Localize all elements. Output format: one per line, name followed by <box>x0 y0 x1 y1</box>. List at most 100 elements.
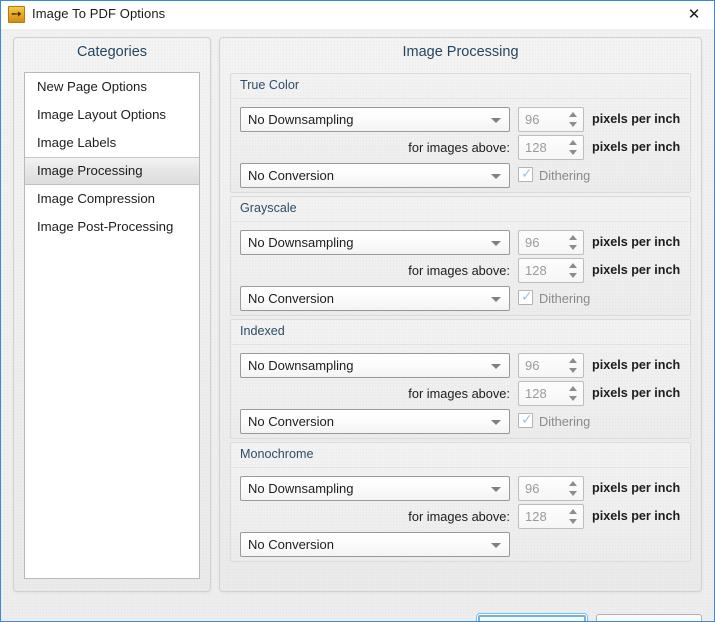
group-separator <box>232 221 689 222</box>
dpi-value: 96 <box>525 231 539 254</box>
group-true-color: True Color No Downsampling 96 pixels per… <box>230 73 691 193</box>
dpi-unit-label: pixels per inch <box>592 107 680 132</box>
stepper-arrows-icon[interactable] <box>569 509 578 525</box>
group-title-indexed: Indexed <box>240 324 285 338</box>
dialog-body: Categories New Page Options Image Layout… <box>1 29 714 622</box>
for-images-above-label: for images above: <box>351 135 510 160</box>
dpi-unit-label: pixels per inch <box>592 230 680 255</box>
group-title-grayscale: Grayscale <box>240 201 297 215</box>
dpi-stepper-monochrome[interactable]: 96 <box>518 476 584 501</box>
group-indexed: Indexed No Downsampling 96 pixels per in… <box>230 319 691 439</box>
cancel-button[interactable]: Cancel <box>596 614 702 622</box>
checkbox-box: ✓ <box>518 413 533 428</box>
downsampling-value: No Downsampling <box>248 354 354 377</box>
image-to-pdf-options-dialog: ➙ Image To PDF Options ✕ Categories New … <box>0 0 715 622</box>
above-dpi-unit-label: pixels per inch <box>592 504 680 529</box>
dpi-value: 96 <box>525 354 539 377</box>
group-grayscale: Grayscale No Downsampling 96 pixels per … <box>230 196 691 316</box>
group-separator <box>232 98 689 99</box>
chevron-down-icon <box>491 241 501 246</box>
dpi-stepper-indexed[interactable]: 96 <box>518 353 584 378</box>
group-title-true-color: True Color <box>240 78 299 92</box>
page-title: Image Processing <box>220 44 701 60</box>
sidebar-item-new-page-options[interactable]: New Page Options <box>25 73 199 101</box>
above-dpi-stepper-true-color[interactable]: 128 <box>518 135 584 160</box>
above-dpi-value: 128 <box>525 505 547 528</box>
for-images-above-label: for images above: <box>351 381 510 406</box>
conversion-select-true-color[interactable]: No Conversion <box>240 163 510 188</box>
stepper-arrows-icon[interactable] <box>569 263 578 279</box>
app-icon: ➙ <box>8 6 25 23</box>
downsampling-value: No Downsampling <box>248 108 354 131</box>
categories-header: Categories <box>14 44 210 60</box>
above-dpi-value: 128 <box>525 382 547 405</box>
stepper-arrows-icon[interactable] <box>569 481 578 497</box>
check-icon: ✓ <box>521 166 533 182</box>
for-images-above-label: for images above: <box>351 504 510 529</box>
window-title: Image To PDF Options <box>32 6 165 21</box>
stepper-arrows-icon[interactable] <box>569 358 578 374</box>
downsampling-select-monochrome[interactable]: No Downsampling <box>240 476 510 501</box>
sidebar-item-image-layout-options[interactable]: Image Layout Options <box>25 101 199 129</box>
dithering-label: Dithering <box>539 409 590 434</box>
stepper-arrows-icon[interactable] <box>569 112 578 128</box>
above-dpi-unit-label: pixels per inch <box>592 381 680 406</box>
stepper-arrows-icon[interactable] <box>569 140 578 156</box>
downsampling-select-indexed[interactable]: No Downsampling <box>240 353 510 378</box>
dpi-unit-label: pixels per inch <box>592 476 680 501</box>
stepper-arrows-icon[interactable] <box>569 386 578 402</box>
downsampling-select-grayscale[interactable]: No Downsampling <box>240 230 510 255</box>
conversion-select-indexed[interactable]: No Conversion <box>240 409 510 434</box>
group-monochrome: Monochrome No Downsampling 96 pixels per… <box>230 442 691 562</box>
conversion-value: No Conversion <box>248 410 334 433</box>
close-button[interactable]: ✕ <box>672 1 715 28</box>
ok-button[interactable]: OK <box>477 614 587 622</box>
sidebar-item-image-processing[interactable]: Image Processing <box>25 157 199 185</box>
above-dpi-stepper-grayscale[interactable]: 128 <box>518 258 584 283</box>
above-dpi-unit-label: pixels per inch <box>592 135 680 160</box>
above-dpi-value: 128 <box>525 259 547 282</box>
group-separator <box>232 344 689 345</box>
downsampling-value: No Downsampling <box>248 477 354 500</box>
chevron-down-icon <box>491 543 501 548</box>
conversion-select-grayscale[interactable]: No Conversion <box>240 286 510 311</box>
close-icon: ✕ <box>672 5 715 23</box>
check-icon: ✓ <box>521 289 533 305</box>
checkbox-box: ✓ <box>518 290 533 305</box>
above-dpi-stepper-indexed[interactable]: 128 <box>518 381 584 406</box>
chevron-down-icon <box>491 297 501 302</box>
conversion-select-monochrome[interactable]: No Conversion <box>240 532 510 557</box>
conversion-value: No Conversion <box>248 164 334 187</box>
downsampling-select-true-color[interactable]: No Downsampling <box>240 107 510 132</box>
group-separator <box>232 467 689 468</box>
for-images-above-label: for images above: <box>351 258 510 283</box>
conversion-value: No Conversion <box>248 287 334 310</box>
dithering-label: Dithering <box>539 163 590 188</box>
chevron-down-icon <box>491 118 501 123</box>
categories-panel: Categories New Page Options Image Layout… <box>13 37 211 592</box>
sidebar-item-image-labels[interactable]: Image Labels <box>25 129 199 157</box>
conversion-value: No Conversion <box>248 533 334 556</box>
sidebar-item-image-post-processing[interactable]: Image Post-Processing <box>25 213 199 241</box>
group-title-monochrome: Monochrome <box>240 447 314 461</box>
chevron-down-icon <box>491 420 501 425</box>
categories-list[interactable]: New Page Options Image Layout Options Im… <box>24 72 200 579</box>
chevron-down-icon <box>491 174 501 179</box>
dpi-value: 96 <box>525 108 539 131</box>
above-dpi-unit-label: pixels per inch <box>592 258 680 283</box>
chevron-down-icon <box>491 487 501 492</box>
above-dpi-stepper-monochrome[interactable]: 128 <box>518 504 584 529</box>
dpi-stepper-grayscale[interactable]: 96 <box>518 230 584 255</box>
above-dpi-value: 128 <box>525 136 547 159</box>
check-icon: ✓ <box>521 412 533 428</box>
dpi-value: 96 <box>525 477 539 500</box>
sidebar-item-image-compression[interactable]: Image Compression <box>25 185 199 213</box>
dpi-unit-label: pixels per inch <box>592 353 680 378</box>
downsampling-value: No Downsampling <box>248 231 354 254</box>
chevron-down-icon <box>491 364 501 369</box>
stepper-arrows-icon[interactable] <box>569 235 578 251</box>
title-bar: ➙ Image To PDF Options ✕ <box>1 1 715 30</box>
dithering-label: Dithering <box>539 286 590 311</box>
image-processing-panel: Image Processing True Color No Downsampl… <box>219 37 702 592</box>
dpi-stepper-true-color[interactable]: 96 <box>518 107 584 132</box>
